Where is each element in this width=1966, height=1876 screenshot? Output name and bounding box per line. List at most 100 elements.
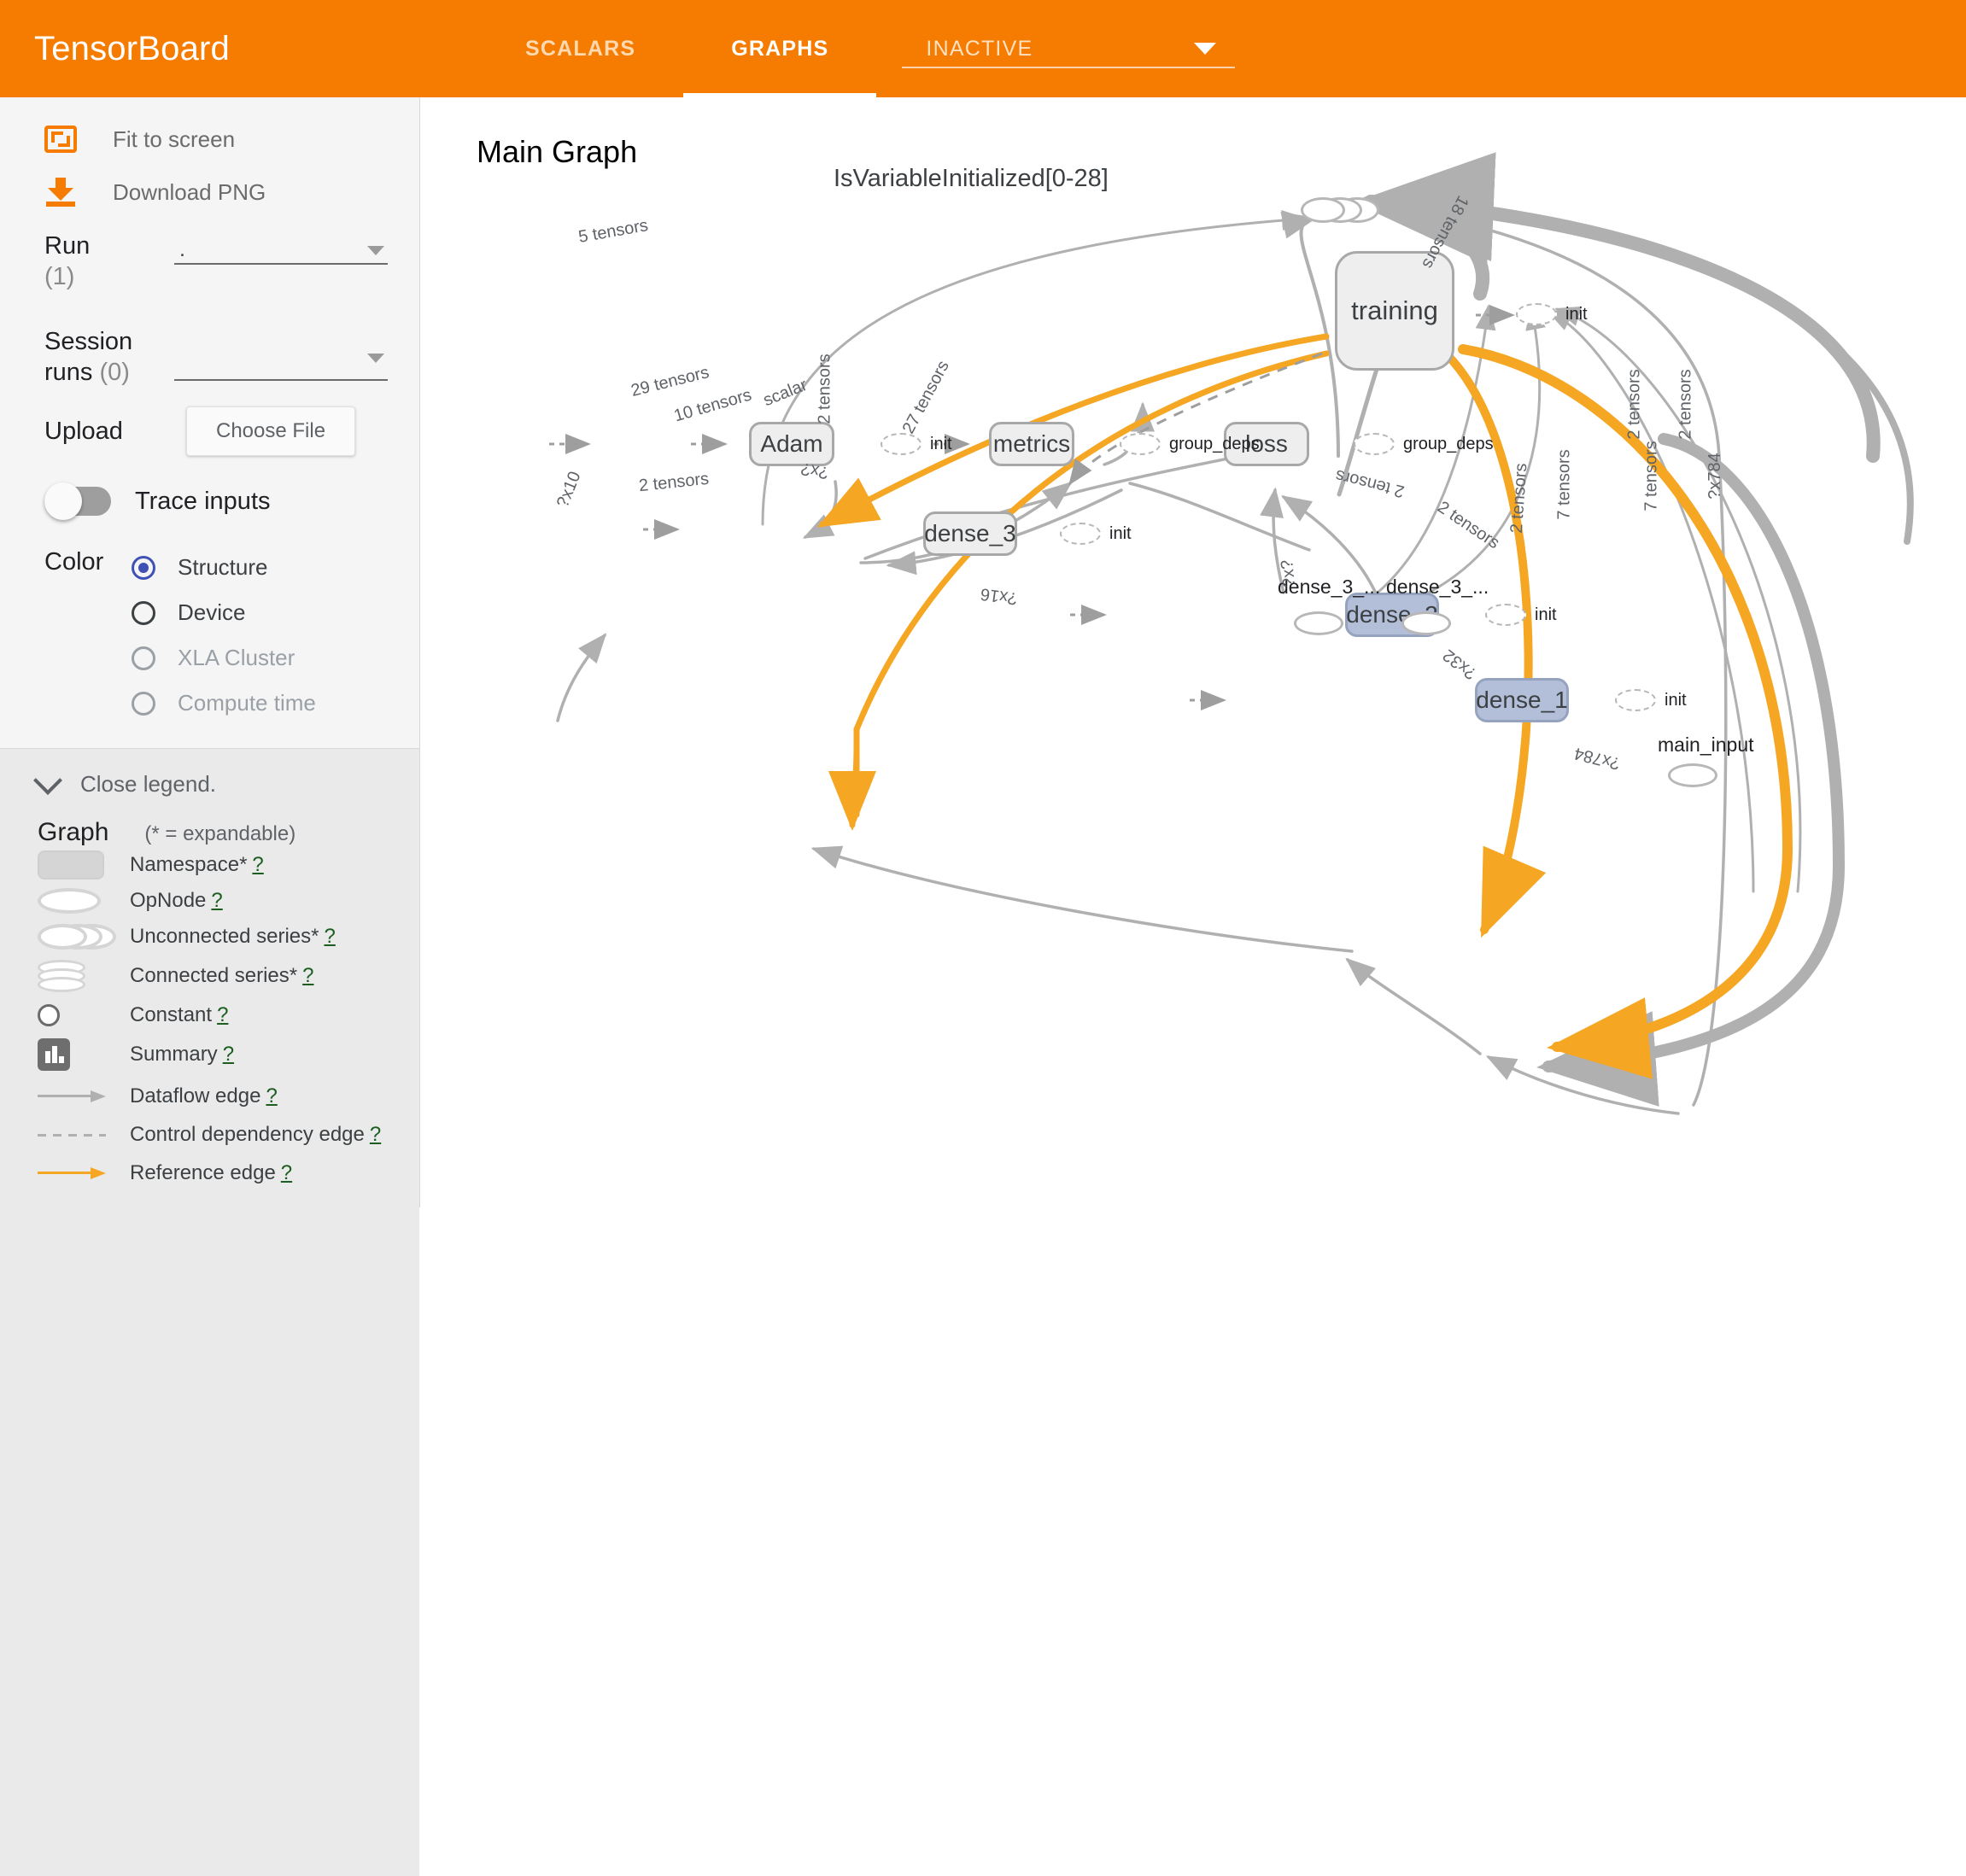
- inactive-dropdown[interactable]: INACTIVE: [902, 0, 1242, 97]
- fit-to-screen-icon: [44, 126, 77, 153]
- legend-panel: Close legend. Graph (* = expandable) Nam…: [0, 749, 419, 1876]
- session-runs-select-value: [174, 352, 388, 379]
- trace-inputs-toggle[interactable]: Trace inputs: [0, 487, 419, 516]
- annotation-label-init-training: init: [1565, 305, 1588, 324]
- namespace-swatch-icon: [38, 850, 120, 880]
- help-link[interactable]: ?: [302, 964, 313, 987]
- fit-to-screen-label: Fit to screen: [113, 126, 235, 153]
- legend-item-unconnected-series: Unconnected series*?: [0, 919, 419, 955]
- annotation-label-init-dense-1: init: [1665, 691, 1687, 710]
- color-option-device[interactable]: Device: [132, 590, 316, 635]
- node-dense-3[interactable]: dense_3: [923, 511, 1017, 556]
- node-main-input[interactable]: [1668, 763, 1717, 787]
- edge-label: ?x784: [1706, 453, 1725, 500]
- upload-field: Upload Choose File: [0, 406, 419, 456]
- run-label: Run (1): [44, 231, 164, 292]
- help-link[interactable]: ?: [370, 1123, 381, 1146]
- annotation-label-init-dense-2: init: [1535, 605, 1557, 625]
- help-link[interactable]: ?: [217, 1003, 228, 1026]
- help-link[interactable]: ?: [223, 1043, 234, 1066]
- edge-label: 7 tensors: [1555, 449, 1575, 519]
- inactive-dropdown-label: INACTIVE: [926, 37, 1033, 61]
- annotation-group-deps-loss[interactable]: [1354, 433, 1395, 455]
- color-option-compute-time[interactable]: Compute time: [132, 681, 316, 726]
- color-option-xla-cluster[interactable]: XLA Cluster: [132, 635, 316, 681]
- color-radio-group: Color Structure Device XLA Cluster Compu…: [0, 545, 419, 726]
- trace-inputs-label: Trace inputs: [135, 488, 271, 516]
- run-select[interactable]: .: [174, 236, 388, 265]
- trace-inputs-switch[interactable]: [44, 487, 111, 516]
- tab-graphs[interactable]: GRAPHS: [683, 0, 876, 97]
- download-png-button[interactable]: Download PNG: [0, 166, 419, 219]
- legend-item-dataflow-edge: Dataflow edge?: [0, 1076, 419, 1117]
- legend-item-reference-edge: Reference edge?: [0, 1153, 419, 1194]
- legend-title: Graph: [38, 818, 108, 847]
- radio-icon: [132, 601, 155, 625]
- annotation-label-group-deps-metrics: group_deps: [1169, 435, 1260, 454]
- legend-item-summary: Summary?: [0, 1033, 419, 1076]
- help-link[interactable]: ?: [324, 925, 335, 948]
- close-legend-button[interactable]: Close legend.: [0, 749, 419, 808]
- run-field: Run (1) .: [0, 231, 419, 292]
- help-link[interactable]: ?: [211, 889, 222, 912]
- annotation-label-init-dense-3: init: [1109, 524, 1132, 544]
- node-training[interactable]: training: [1335, 251, 1454, 371]
- fit-to-screen-button[interactable]: Fit to screen: [0, 113, 419, 166]
- edge-label: 7 tensors: [1642, 441, 1662, 511]
- node-dense-3-b[interactable]: [1401, 611, 1451, 635]
- node-dense-1[interactable]: dense_1: [1475, 678, 1569, 722]
- graph-canvas[interactable]: Main Graph: [421, 97, 1966, 1207]
- control-dependency-edge-swatch-icon: [38, 1134, 120, 1137]
- dataflow-edge-swatch-icon: [38, 1090, 120, 1102]
- annotation-init-dense-1[interactable]: [1615, 689, 1656, 711]
- constant-swatch-icon: [38, 1004, 120, 1026]
- annotation-label-init-adam: init: [930, 435, 952, 454]
- tab-scalars[interactable]: SCALARS: [477, 0, 683, 97]
- session-runs-field: Session runs (0): [0, 326, 419, 388]
- session-runs-select[interactable]: [174, 352, 388, 381]
- radio-icon: [132, 556, 155, 580]
- help-link[interactable]: ?: [266, 1084, 277, 1107]
- session-runs-label: Session runs (0): [44, 326, 164, 388]
- app-brand-title: TensorBoard: [0, 0, 230, 97]
- legend-title-row: Graph (* = expandable): [0, 818, 419, 847]
- inactive-dropdown-underline: [902, 67, 1235, 68]
- help-link[interactable]: ?: [252, 853, 263, 876]
- run-select-value: .: [174, 236, 388, 263]
- legend-item-namespace: Namespace*?: [0, 847, 419, 883]
- chevron-down-icon: [33, 766, 62, 795]
- reference-edge-swatch-icon: [38, 1167, 120, 1179]
- legend-item-constant: Constant?: [0, 997, 419, 1033]
- radio-icon: [132, 692, 155, 716]
- legend-expandable-note: (* = expandable): [144, 822, 295, 846]
- edge-label: 2 tensors: [1676, 369, 1696, 439]
- annotation-init-dense-3[interactable]: [1060, 523, 1101, 545]
- chevron-down-icon: [1194, 43, 1216, 55]
- connected-series-swatch-icon: [38, 960, 120, 992]
- unconnected-series-swatch-icon: [38, 924, 120, 950]
- nav-tabs: SCALARS GRAPHS INACTIVE: [477, 0, 1242, 97]
- chevron-down-icon: [367, 246, 384, 255]
- node-dense-3-a[interactable]: [1294, 611, 1343, 635]
- control-sidebar: Fit to screen Download PNG Run (1) . Ses…: [0, 97, 420, 1207]
- session-runs-count: (0): [99, 359, 129, 386]
- choose-file-button[interactable]: Choose File: [186, 406, 355, 456]
- help-link[interactable]: ?: [281, 1161, 292, 1184]
- node-adam[interactable]: Adam: [749, 422, 834, 466]
- opnode-swatch-icon: [38, 888, 120, 914]
- chevron-down-icon: [367, 354, 384, 363]
- legend-item-opnode: OpNode?: [0, 883, 419, 919]
- node-isvariableinitialized[interactable]: [1301, 197, 1383, 223]
- radio-icon: [132, 646, 155, 670]
- node-metrics[interactable]: metrics: [989, 422, 1074, 466]
- edge-label: 2 tensors: [1625, 369, 1645, 439]
- edge-label: ?x?: [1278, 558, 1300, 587]
- annotation-init-training[interactable]: [1516, 303, 1557, 325]
- color-option-structure[interactable]: Structure: [132, 545, 316, 590]
- node-label-dense-3-b: dense_3_...: [1386, 576, 1489, 599]
- legend-item-control-dependency-edge: Control dependency edge?: [0, 1117, 419, 1153]
- annotation-group-deps-metrics[interactable]: [1120, 433, 1161, 455]
- annotation-init-dense-2[interactable]: [1485, 604, 1526, 626]
- close-legend-label: Close legend.: [80, 771, 216, 798]
- graph-svg: [421, 97, 1966, 1207]
